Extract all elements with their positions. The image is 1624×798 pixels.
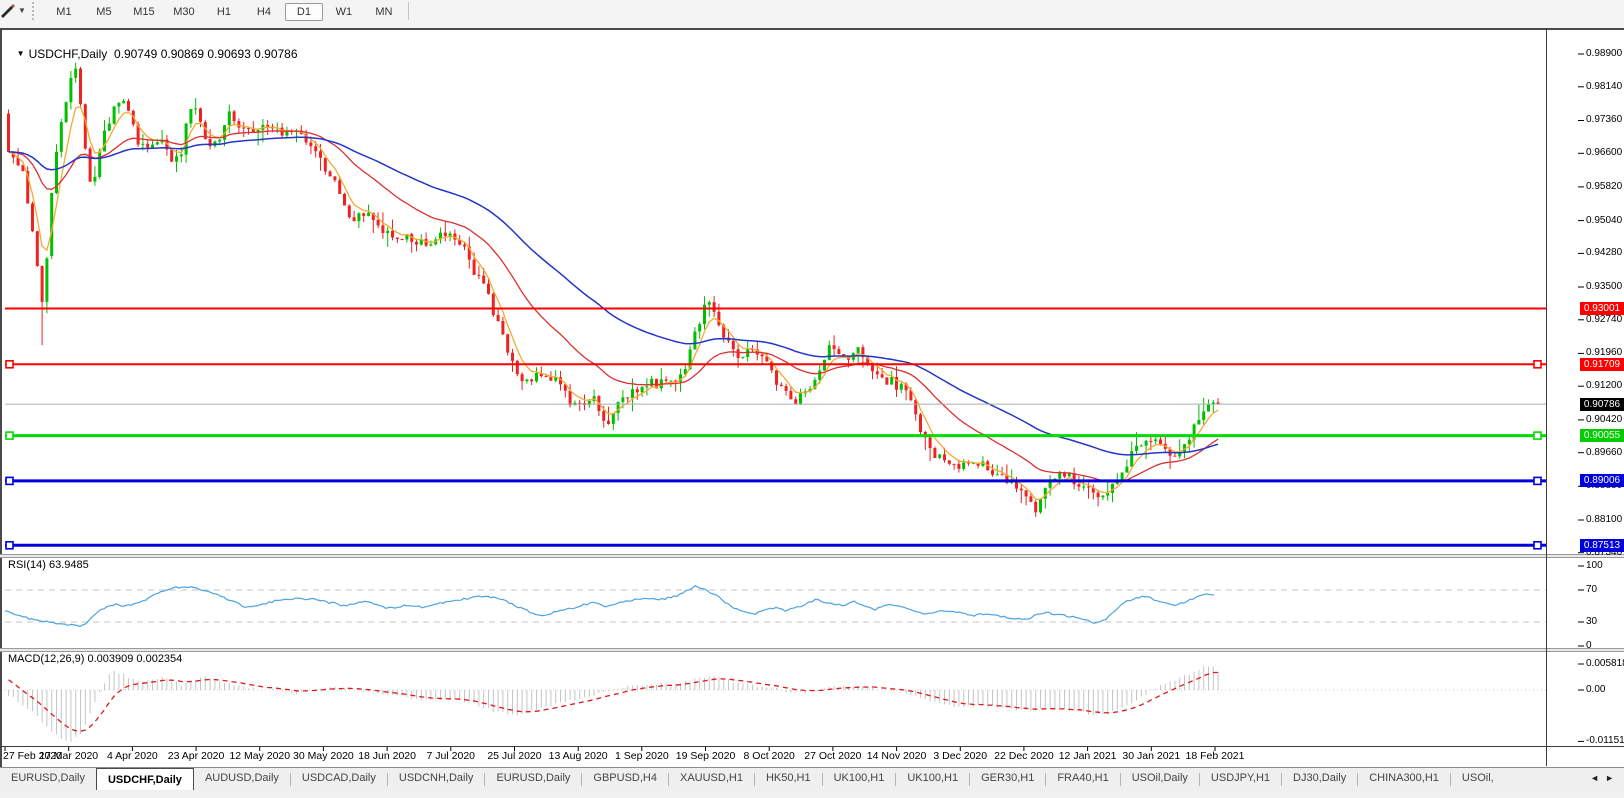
chart-tab-ger30-h1[interactable]: GER30,H1 [970,768,1045,788]
chart-tab-uk100-h1[interactable]: UK100,H1 [823,768,896,788]
price-axis-label: 0.95040 [1586,214,1623,226]
price-level-badge: 0.89006 [1580,474,1624,488]
chart-tab-eurusd-daily[interactable]: EURUSD,Daily [0,768,96,788]
price-level-badge: 0.93001 [1580,302,1624,316]
chart-tab-xauusd-h1[interactable]: XAUUSD,H1 [669,768,754,788]
toolbar-grip[interactable] [31,1,37,20]
price-axis-label: 0.93500 [1586,281,1623,292]
price-scale-border [1546,28,1547,766]
timeframe-toolbar: ▼ M1 M5 M15 M30 H1 H4 D1 W1 MN [0,0,1624,29]
price-axis-label: 0.95820 [1586,180,1623,192]
time-axis-label: 30 Jan 2021 [1122,750,1181,762]
chart-tab-dj30-daily[interactable]: DJ30,Daily [1282,768,1357,788]
toolbar-separator [407,1,409,20]
rsi-axis-label: 30 [1586,616,1598,627]
timeframe-button-m1[interactable]: M1 [45,3,83,21]
rsi-axis-label: 70 [1586,584,1598,595]
macd-axis-label: -0.011514 [1586,735,1624,747]
chart-tab-eurusd-daily[interactable]: EURUSD,Daily [485,768,581,788]
time-axis-label: 12 Jan 2021 [1058,750,1117,762]
price-axis-label: 0.94280 [1586,247,1623,259]
price-axis-label: 0.88100 [1586,513,1623,525]
time-axis-label: 12 May 2020 [229,750,291,762]
ohlc-close: 0.90786 [254,47,298,61]
price-axis-label: 0.90420 [1586,413,1623,425]
chart-tab-fra40-h1[interactable]: FRA40,H1 [1046,768,1119,788]
macd-label: MACD(12,26,9) 0.003909 0.002354 [8,653,183,665]
macd-axis-label: 0.00 [1586,684,1606,695]
chart-tab-usoil-daily[interactable]: USOil,Daily [1121,768,1199,788]
chart-window[interactable] [0,28,1624,769]
chart-tab-audusd-daily[interactable]: AUDUSD,Daily [194,768,290,788]
chart-title: ▼ USDCHF,Daily 0.90749 0.90869 0.90693 0.… [10,33,298,61]
macd-axis-label: 0.005818 [1586,658,1624,670]
chart-tab-hk50-h1[interactable]: HK50,H1 [755,768,822,788]
price-axis-label: 0.91200 [1586,380,1623,392]
time-axis-label: 7 Jul 2020 [426,750,476,762]
rsi-splitter[interactable] [0,554,1624,558]
price-axis-label: 0.98900 [1586,48,1623,60]
rsi-label: RSI(14) 63.9485 [8,559,89,571]
tabs-scroll-left-icon[interactable]: ◄ [1590,773,1605,783]
time-axis-label: 13 Aug 2020 [548,750,608,762]
chart-tab-gbpusd-h4[interactable]: GBPUSD,H4 [582,768,668,788]
rsi-axis-label: 0 [1586,640,1592,651]
time-axis-label: 18 Feb 2021 [1185,750,1245,762]
price-axis-label: 0.89660 [1586,446,1623,458]
timeframe-button-h4[interactable]: H4 [245,3,283,21]
timeframe-button-h1[interactable]: H1 [205,3,243,21]
time-axis-label: 25 Jul 2020 [487,750,542,762]
timeframe-button-m15[interactable]: M15 [125,3,163,21]
symbol-dropdown-icon[interactable]: ▼ [17,49,25,58]
price-level-badge: 0.90786 [1580,397,1624,411]
timeframe-button-mn[interactable]: MN [365,3,403,21]
chart-tab-usdjpy-h1[interactable]: USDJPY,H1 [1200,768,1281,788]
price-axis-label: 0.96600 [1586,147,1623,159]
ohlc-low: 0.90693 [207,47,251,61]
toolbar-dropdown-icon[interactable]: ▼ [18,6,26,15]
time-axis-label: 22 Dec 2020 [994,750,1054,762]
chart-tab-uk100-h1[interactable]: UK100,H1 [896,768,969,788]
chart-tabs-bar: EURUSD,Daily USDCHF,Daily AUDUSD,Daily USDC… [0,767,1624,791]
time-axis-label: 3 Dec 2020 [933,750,988,762]
time-axis-label: 19 Sep 2020 [675,750,736,762]
ohlc-open: 0.90749 [113,47,158,61]
macd-splitter[interactable] [0,648,1624,652]
time-axis-border [0,746,1624,747]
price-axis-label: 0.92740 [1586,313,1623,325]
time-axis-label: 30 May 2020 [293,750,354,762]
timeframe-button-m5[interactable]: M5 [85,3,123,21]
price-level-badge: 0.91709 [1580,357,1624,371]
tabs-scroll-right-icon[interactable]: ► [1605,773,1620,783]
time-axis-label: 14 Nov 2020 [866,750,927,762]
time-axis-label: 8 Oct 2020 [743,750,795,762]
ohlc-high: 0.90869 [160,47,205,61]
chart-tab-usdcnh-daily[interactable]: USDCNH,Daily [388,768,485,788]
symbol-name: USDCHF,Daily [28,47,108,61]
time-axis-label: 23 Apr 2020 [167,750,225,762]
timeframe-button-m30[interactable]: M30 [165,3,203,21]
line-studies-icon[interactable] [0,3,16,19]
timeframe-button-d1[interactable]: D1 [284,3,323,21]
chart-tab-usdcad-daily[interactable]: USDCAD,Daily [291,768,387,788]
price-axis-label: 0.98140 [1586,80,1623,92]
timeframe-button-w1[interactable]: W1 [325,3,363,21]
time-axis-label: 18 Jun 2020 [358,750,416,762]
price-level-badge: 0.87513 [1580,538,1624,552]
time-axis-label: 17 Mar 2020 [39,750,99,762]
price-level-badge: 0.90055 [1580,429,1624,443]
time-axis-label: 1 Sep 2020 [614,750,669,762]
time-axis-label: 27 Oct 2020 [804,750,862,762]
chart-tab-china300-h1[interactable]: CHINA300,H1 [1358,768,1450,788]
time-axis-label: 4 Apr 2020 [106,750,158,762]
price-axis-label: 0.97360 [1586,114,1623,126]
rsi-axis-label: 100 [1586,560,1603,571]
chart-tab-usdchf-daily[interactable]: USDCHF,Daily [95,768,194,790]
chart-tab-usoil-[interactable]: USOil, [1451,768,1505,788]
